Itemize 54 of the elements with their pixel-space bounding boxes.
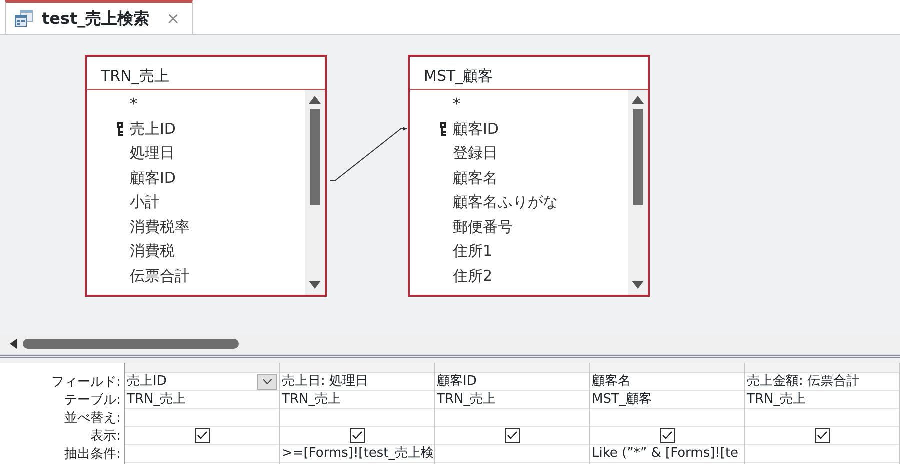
row-label: フィールド: — [50, 374, 121, 392]
table-cell[interactable]: TRN_売上 — [280, 391, 434, 409]
scrollbar-thumb[interactable] — [23, 338, 239, 348]
row-label: テーブル: — [64, 392, 121, 410]
checkbox[interactable] — [660, 428, 674, 443]
field-name[interactable]: 顧客名 — [453, 166, 498, 189]
scroll-up-icon[interactable] — [309, 96, 321, 104]
checkbox[interactable] — [504, 428, 520, 443]
row-label: 抽出条件: — [64, 446, 121, 464]
field-cell[interactable]: 売上ID — [125, 373, 279, 391]
row-label: 並べ替え: — [64, 410, 121, 428]
field-name[interactable]: 顧客ID — [130, 166, 176, 189]
scrollbar-thumb[interactable] — [310, 109, 320, 205]
criteria-cell[interactable]: >=[Forms]![test_売上検 — [280, 445, 434, 463]
table-cell[interactable]: TRN_売上 — [745, 391, 899, 409]
field-cell[interactable]: 顧客名 — [590, 373, 744, 391]
field-name[interactable]: 消費税 — [130, 240, 175, 262]
field-name[interactable]: 顧客ID — [453, 118, 499, 140]
criteria-cell[interactable]: Like (”*” & [Forms]![te — [590, 445, 744, 463]
table-title: MST_顧客 — [410, 57, 648, 90]
query-tab[interactable]: test_売上検索 × — [5, 0, 193, 34]
field-name[interactable]: 小計 — [130, 191, 160, 214]
scroll-up-icon[interactable] — [632, 96, 644, 104]
scroll-left-icon[interactable] — [10, 338, 17, 348]
field-cell[interactable]: 顧客ID — [435, 373, 589, 391]
scroll-down-icon[interactable] — [632, 281, 644, 289]
close-button[interactable]: × — [162, 6, 184, 30]
field-name[interactable]: 郵便番号 — [453, 216, 513, 238]
pane-splitter[interactable] — [0, 355, 900, 363]
field-name[interactable]: 顧客名ふりがな — [453, 191, 558, 214]
table-title: TRN_売上 — [87, 57, 325, 90]
table-cell[interactable]: TRN_売上 — [435, 391, 589, 409]
scroll-down-icon[interactable] — [309, 281, 321, 289]
row-label: 表示: — [90, 428, 121, 446]
query-icon — [14, 10, 34, 28]
checkbox[interactable] — [814, 428, 830, 443]
field-name[interactable]: 消費税率 — [130, 216, 190, 238]
field-cell[interactable]: 売上日: 処理日 — [280, 373, 434, 391]
field-name[interactable]: 伝票合計 — [130, 264, 190, 287]
checkbox[interactable] — [194, 428, 210, 443]
table-cell[interactable]: TRN_売上 — [125, 391, 279, 409]
caret-icon — [262, 379, 272, 384]
field-name[interactable]: 登録日 — [453, 142, 498, 164]
dropdown-button[interactable] — [257, 374, 277, 390]
field-name[interactable]: 住所2 — [453, 264, 493, 287]
field-name[interactable]: 売上ID — [130, 118, 176, 140]
table-cell[interactable]: MST_顧客 — [590, 391, 744, 409]
field-cell[interactable]: 売上金額: 伝票合計 — [745, 373, 899, 391]
field-name[interactable]: 住所1 — [453, 240, 493, 262]
field-name[interactable]: * — [130, 93, 138, 116]
field-name[interactable]: * — [453, 93, 460, 116]
scrollbar-thumb[interactable] — [633, 109, 643, 205]
field-name[interactable]: 処理日 — [130, 142, 175, 164]
checkbox[interactable] — [350, 428, 364, 443]
